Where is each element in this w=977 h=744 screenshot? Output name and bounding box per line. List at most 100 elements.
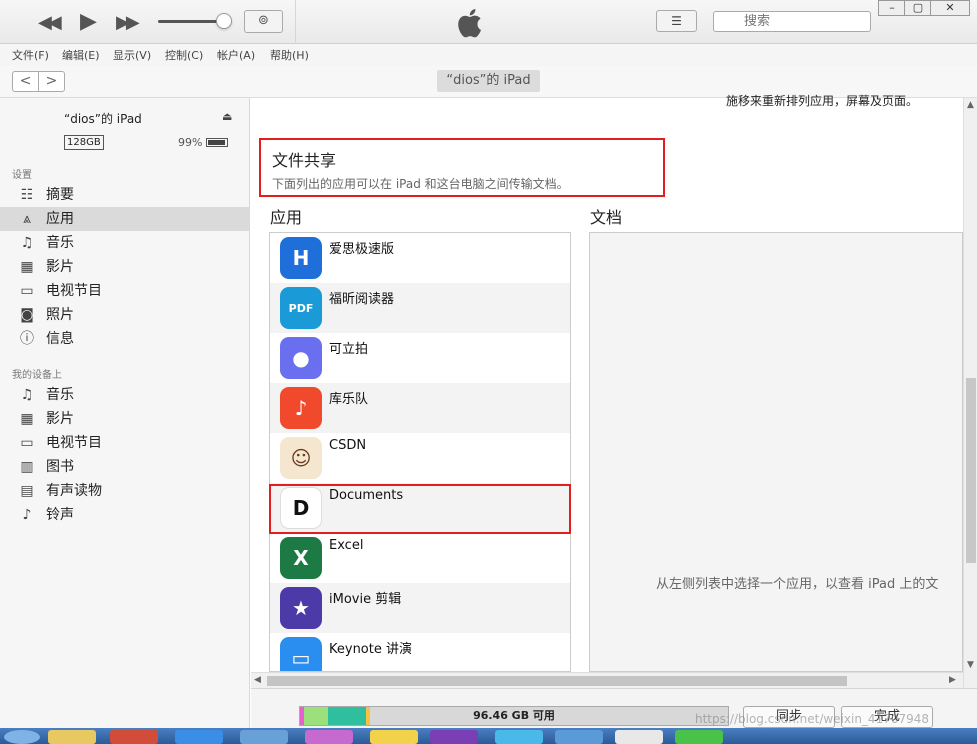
apps-icon: ⩓ [23,211,31,227]
sidebar-item-label: 信息 [46,331,74,347]
close-button[interactable]: ✕ [930,0,970,16]
camera-icon: ◙ [20,307,34,323]
back-button[interactable]: < [13,72,39,91]
app-name: 福昕阅读器 [329,292,395,307]
sidebar-item-device-films[interactable]: ▦ 影片 [0,407,249,431]
sidebar: “dios”的 iPad ⏏ 128GB 99% 设置 ☷ 摘要 ⩓ 应用 ♫ … [0,98,250,728]
app-row[interactable]: ★ iMovie 剪辑 [270,583,570,633]
battery-icon [206,138,228,147]
csdn-app-icon: ☺ [280,437,322,479]
sidebar-item-films[interactable]: ▦ 影片 [0,255,249,279]
taskbar-app-icon[interactable] [370,730,418,744]
app-name: Keynote 讲演 [329,642,412,657]
clips-app-icon: ● [280,337,322,379]
top-toolbar: ◀◀ ▶ ▶▶ ⊚ ☰ ⌕ – ▢ ✕ [0,0,977,44]
scroll-left-icon[interactable]: ◀ [254,675,261,685]
sidebar-item-label: 铃声 [46,507,74,523]
sidebar-item-label: 照片 [46,307,74,323]
sidebar-item-device-audiobooks[interactable]: ▤ 有声读物 [0,479,249,503]
tv-icon: ▭ [20,435,34,451]
aisi-app-icon: H [280,237,322,279]
start-button[interactable] [4,730,40,744]
menu-controls[interactable]: 控制(C) [165,47,203,63]
maximize-button[interactable]: ▢ [904,0,932,16]
menu-edit[interactable]: 编辑(E) [62,47,100,63]
foxit-pdf-app-icon: PDF [280,287,322,329]
app-name: 爱思极速版 [329,242,395,257]
documents-panel[interactable]: 从左侧列表中选择一个应用，以查看 iPad 上的文 [589,232,963,672]
scroll-right-icon[interactable]: ▶ [949,675,956,685]
device-button[interactable]: “dios”的 iPad [437,70,540,92]
main-content: 施移来重新排列应用，屏幕及页面。 文件共享 下面列出的应用可以在 iPad 和这… [251,94,977,688]
fast-forward-icon[interactable]: ▶▶ [116,12,140,33]
taskbar-app-icon[interactable] [240,730,288,744]
taskbar-wechat-icon[interactable] [675,730,723,744]
file-sharing-title: 文件共享 [272,151,337,170]
taskbar-app-icon[interactable] [175,730,223,744]
app-row[interactable]: X Excel [270,533,570,583]
sidebar-item-label: 摘要 [46,187,74,203]
volume-knob[interactable] [216,13,232,29]
sidebar-item-device-music[interactable]: ♫ 音乐 [0,383,249,407]
taskbar-app-icon[interactable] [305,730,353,744]
search-input[interactable] [713,11,871,32]
forward-button[interactable]: > [39,72,64,91]
app-row[interactable]: H 爱思极速版 [270,233,570,283]
storage-free-label: 96.46 GB 可用 [473,709,555,722]
volume-slider[interactable] [158,20,222,23]
sidebar-item-music[interactable]: ♫ 音乐 [0,231,249,255]
menu-account[interactable]: 帐户(A) [217,47,255,63]
sidebar-item-info[interactable]: ⓘ 信息 [0,327,249,351]
sidebar-item-label: 图书 [46,459,74,475]
app-row[interactable]: PDF 福昕阅读器 [270,283,570,333]
app-name: 库乐队 [329,392,369,407]
sidebar-item-summary[interactable]: ☷ 摘要 [0,183,249,207]
info-icon: ⓘ [20,331,34,347]
taskbar-itunes-icon[interactable] [615,730,663,744]
taskbar-app-icon[interactable] [430,730,478,744]
vertical-scroll-thumb[interactable] [966,378,976,563]
horizontal-scroll-thumb[interactable] [267,676,847,686]
menu-view[interactable]: 显示(V) [113,47,151,63]
minimize-button[interactable]: – [878,0,906,16]
sidebar-item-device-books[interactable]: ▥ 图书 [0,455,249,479]
scroll-down-icon[interactable]: ▼ [967,660,974,670]
scroll-up-icon[interactable]: ▲ [967,100,974,110]
settings-section-label: 设置 [12,170,32,181]
sidebar-item-device-ringtones[interactable]: ♪ 铃声 [0,503,249,527]
film-icon: ▦ [20,411,34,427]
taskbar-browser-icon[interactable] [110,730,158,744]
app-row[interactable]: ▭ Keynote 讲演 [270,633,570,671]
garageband-app-icon: ♪ [280,387,322,429]
capacity-badge: 128GB [64,135,104,150]
battery-percent: 99% [178,136,203,149]
on-device-section-label: 我的设备上 [12,370,62,381]
play-icon[interactable]: ▶ [80,9,97,34]
app-row[interactable]: ☺ CSDN [270,433,570,483]
sidebar-item-tv[interactable]: ▭ 电视节目 [0,279,249,303]
airplay-icon: ⊚ [258,13,269,28]
vertical-scrollbar[interactable]: ▲ ▼ [963,98,977,688]
sidebar-item-photos[interactable]: ◙ 照片 [0,303,249,327]
eject-icon[interactable]: ⏏ [222,110,232,123]
book-icon: ▥ [20,459,34,475]
sidebar-item-label: 电视节目 [46,283,102,299]
menu-help[interactable]: 帮助(H) [270,47,309,63]
app-row[interactable]: ● 可立拍 [270,333,570,383]
airplay-button[interactable]: ⊚ [244,10,283,33]
tv-icon: ▭ [20,283,34,299]
rewind-icon[interactable]: ◀◀ [38,12,62,33]
sidebar-item-apps[interactable]: ⩓ 应用 [0,207,249,231]
apps-list[interactable]: H 爱思极速版 PDF 福昕阅读器 ● 可立拍 ♪ 库乐队 ☺ CSDN D D… [269,232,571,672]
file-sharing-description: 下面列出的应用可以在 iPad 和这台电脑之间传输文档。 [272,177,569,191]
nav-arrows: < > [12,71,65,92]
list-view-button[interactable]: ☰ [656,10,697,32]
apps-column-header: 应用 [270,208,303,227]
app-row[interactable]: ♪ 库乐队 [270,383,570,433]
taskbar-app-icon[interactable] [495,730,543,744]
horizontal-scrollbar[interactable]: ◀ ▶ [251,672,963,688]
taskbar-explorer-icon[interactable] [48,730,96,744]
menu-file[interactable]: 文件(F) [12,47,49,63]
taskbar-app-icon[interactable] [555,730,603,744]
sidebar-item-device-tv[interactable]: ▭ 电视节目 [0,431,249,455]
